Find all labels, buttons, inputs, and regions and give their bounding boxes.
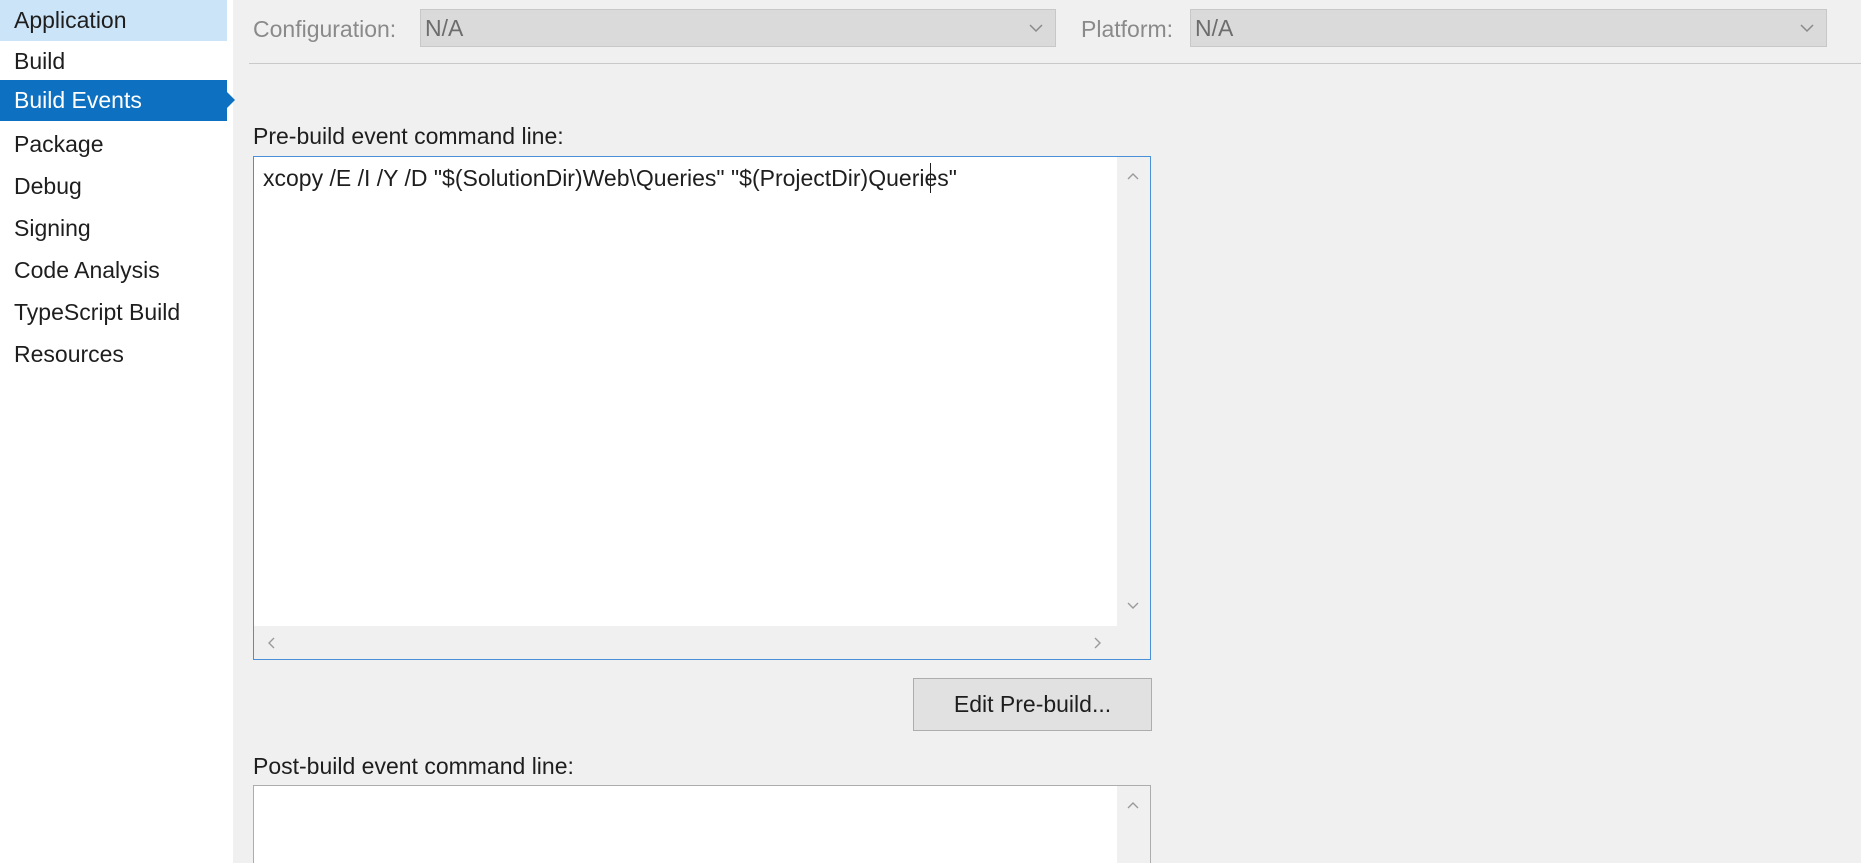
pre-build-command-text: xcopy /E /I /Y /D "$(SolutionDir)Web\Que… bbox=[263, 165, 957, 191]
divider bbox=[249, 63, 1861, 64]
scroll-up-arrow-icon[interactable] bbox=[1125, 798, 1141, 814]
sidebar-item-resources[interactable]: Resources bbox=[0, 334, 227, 375]
vertical-scrollbar[interactable] bbox=[1117, 157, 1150, 626]
platform-dropdown[interactable]: N/A bbox=[1190, 9, 1827, 47]
sidebar-item-code-analysis[interactable]: Code Analysis bbox=[0, 250, 227, 291]
edit-pre-build-button[interactable]: Edit Pre-build... bbox=[913, 678, 1152, 731]
configuration-label: Configuration: bbox=[253, 16, 397, 42]
platform-label: Platform: bbox=[1081, 16, 1174, 42]
sidebar-item-build[interactable]: Build bbox=[0, 41, 227, 82]
scrollbar-corner bbox=[1117, 626, 1150, 659]
configuration-value: N/A bbox=[425, 15, 464, 41]
configuration-dropdown[interactable]: N/A bbox=[420, 9, 1056, 47]
property-pages-sidebar: Application Build Build Events Package D… bbox=[0, 0, 235, 863]
platform-value: N/A bbox=[1195, 15, 1234, 41]
sidebar-item-application[interactable]: Application bbox=[0, 0, 227, 41]
pre-build-command-textbox[interactable]: xcopy /E /I /Y /D "$(SolutionDir)Web\Que… bbox=[253, 156, 1151, 660]
horizontal-scrollbar[interactable] bbox=[254, 626, 1117, 659]
scroll-left-arrow-icon[interactable] bbox=[264, 635, 280, 651]
scroll-right-arrow-icon[interactable] bbox=[1089, 635, 1105, 651]
sidebar-item-signing[interactable]: Signing bbox=[0, 208, 227, 249]
vertical-scrollbar[interactable] bbox=[1117, 786, 1150, 863]
chevron-down-icon bbox=[1029, 24, 1043, 33]
chevron-down-icon bbox=[1800, 24, 1814, 33]
post-build-label: Post-build event command line: bbox=[253, 753, 574, 779]
sidebar-item-package[interactable]: Package bbox=[0, 124, 227, 165]
scroll-up-arrow-icon[interactable] bbox=[1125, 169, 1141, 185]
pre-build-label: Pre-build event command line: bbox=[253, 123, 564, 149]
scroll-down-arrow-icon[interactable] bbox=[1125, 597, 1141, 613]
project-properties-page: Application Build Build Events Package D… bbox=[0, 0, 1861, 863]
sidebar-item-build-events[interactable]: Build Events bbox=[0, 80, 235, 121]
text-caret bbox=[930, 163, 931, 193]
sidebar-item-typescript-build[interactable]: TypeScript Build bbox=[0, 292, 227, 333]
sidebar-item-debug[interactable]: Debug bbox=[0, 166, 227, 207]
post-build-command-textbox[interactable] bbox=[253, 785, 1151, 863]
